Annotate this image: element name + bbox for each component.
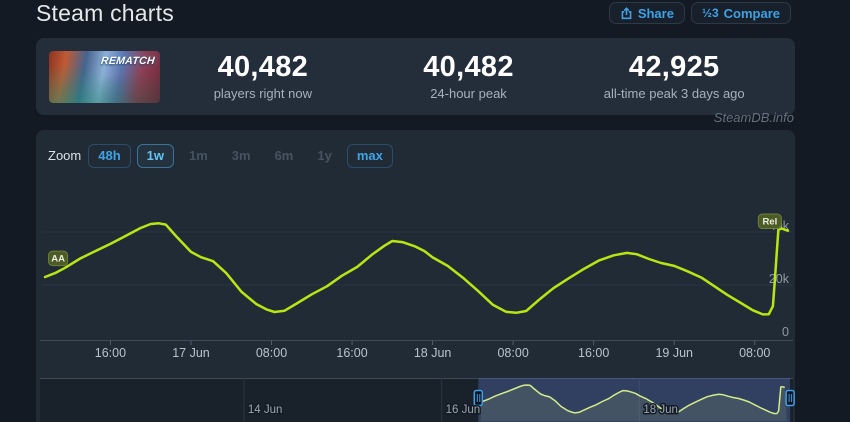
share-button-label: Share (638, 6, 674, 21)
chart-panel: Zoom 48h1w1m3m6m1ymax 020k40k16:0017 Jun… (36, 130, 795, 422)
share-icon (620, 7, 633, 20)
x-axis-label: 19 Jun (655, 346, 693, 360)
zoom-option-1m[interactable]: 1m (180, 144, 217, 168)
stat-alltime-peak: 42,925 all-time peak 3 days ago (571, 52, 777, 101)
x-axis-label: 08:00 (256, 346, 287, 360)
zoom-bar: Zoom 48h 1w1m3m6m1y max (48, 144, 399, 168)
stat-value: 42,925 (571, 52, 777, 84)
stat-value: 40,482 (366, 52, 572, 84)
zoom-option-1y[interactable]: 1y (308, 144, 340, 168)
stats-panel: REMATCH 40,482 players right now 40,482 … (36, 38, 795, 115)
navigator-date-label: 16 Jun (446, 404, 481, 416)
x-axis-label: 17 Jun (172, 346, 210, 360)
navigator-date-label: 18 Jun (643, 404, 678, 416)
zoom-option-48h[interactable]: 48h (88, 144, 130, 168)
stat-label: all-time peak 3 days ago (571, 86, 777, 101)
x-axis-label: 16:00 (95, 346, 126, 360)
header-actions: Share ½3 Compare (609, 2, 791, 24)
compare-button[interactable]: ½3 Compare (691, 2, 791, 24)
page-title: Steam charts (36, 0, 174, 27)
navigator-right-handle[interactable] (786, 391, 794, 406)
zoom-option-1w[interactable]: 1w (137, 144, 174, 168)
steamdb-charts-page: Steam charts Share ½3 Compare REMATCH 40… (0, 0, 850, 422)
zoom-option-3m[interactable]: 3m (223, 144, 260, 168)
stats-columns: 40,482 players right now 40,482 24-hour … (160, 52, 777, 101)
players-line-chart[interactable]: 020k40k16:0017 Jun08:0016:0018 Jun08:001… (36, 180, 795, 422)
steamdb-watermark: SteamDB.info (714, 110, 794, 125)
stat-label: 24-hour peak (366, 86, 572, 101)
zoom-bar-label: Zoom (48, 148, 81, 163)
y-axis-label: 0 (782, 325, 789, 339)
x-axis-label: 08:00 (497, 346, 528, 360)
share-button[interactable]: Share (609, 2, 685, 24)
stat-24h-peak: 40,482 24-hour peak (366, 52, 572, 101)
flag-label: AA (51, 254, 65, 265)
zoom-options: 48h 1w1m3m6m1y max (88, 144, 399, 168)
stat-value: 40,482 (160, 52, 366, 84)
x-axis-label: 18 Jun (414, 346, 452, 360)
stat-players-now: 40,482 players right now (160, 52, 366, 101)
game-logo-text: REMATCH (101, 55, 156, 67)
compare-button-label: Compare (724, 6, 780, 21)
zoom-option-6m[interactable]: 6m (266, 144, 303, 168)
flag-label: Rel (762, 217, 777, 228)
compare-icon: ½3 (702, 7, 719, 19)
x-axis-label: 16:00 (578, 346, 609, 360)
stat-label: players right now (160, 86, 366, 101)
game-capsule-image[interactable]: REMATCH (49, 51, 160, 103)
y-axis-label: 20k (769, 272, 790, 286)
x-axis-label: 08:00 (739, 346, 770, 360)
players-series-line (45, 223, 788, 314)
navigator-date-label: 14 Jun (248, 404, 283, 416)
x-axis-label: 16:00 (336, 346, 367, 360)
zoom-option-max[interactable]: max (347, 144, 393, 168)
